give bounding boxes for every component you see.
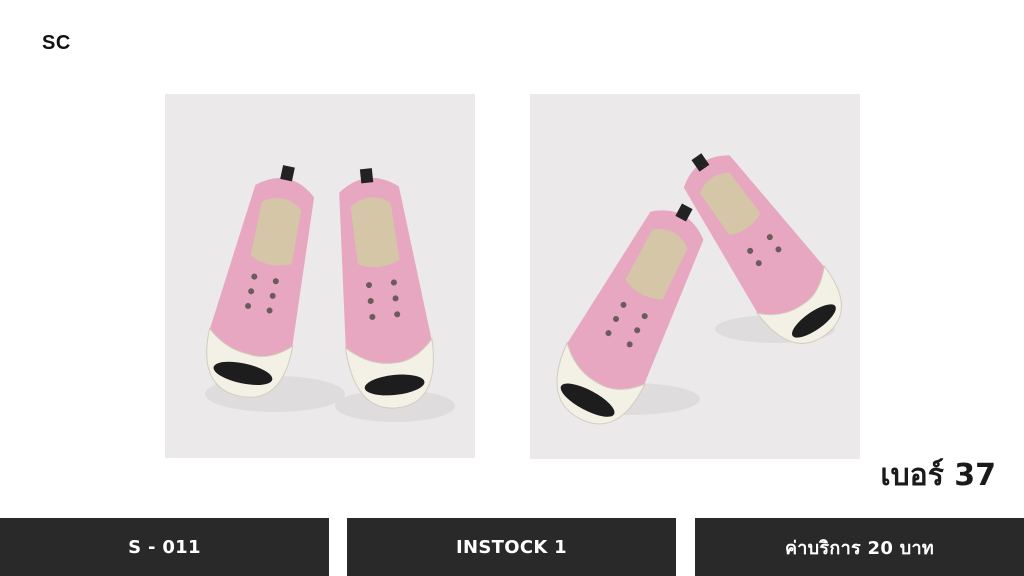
stock-status-bar: INSTOCK 1 [347,518,676,576]
shoe-photo-angled-view [530,94,860,459]
shoe-size-label: เบอร์ 37 [880,458,996,493]
product-code-bar: S - 011 [0,518,329,576]
shoe-photo-top-view [165,94,475,458]
brand-logo-text: SC [42,32,71,54]
service-fee-bar: ค่าบริการ 20 บาท [695,518,1024,576]
product-code-text: S - 011 [128,536,201,558]
service-fee-text: ค่าบริการ 20 บาท [784,537,935,559]
stock-status-text: INSTOCK 1 [456,536,567,558]
